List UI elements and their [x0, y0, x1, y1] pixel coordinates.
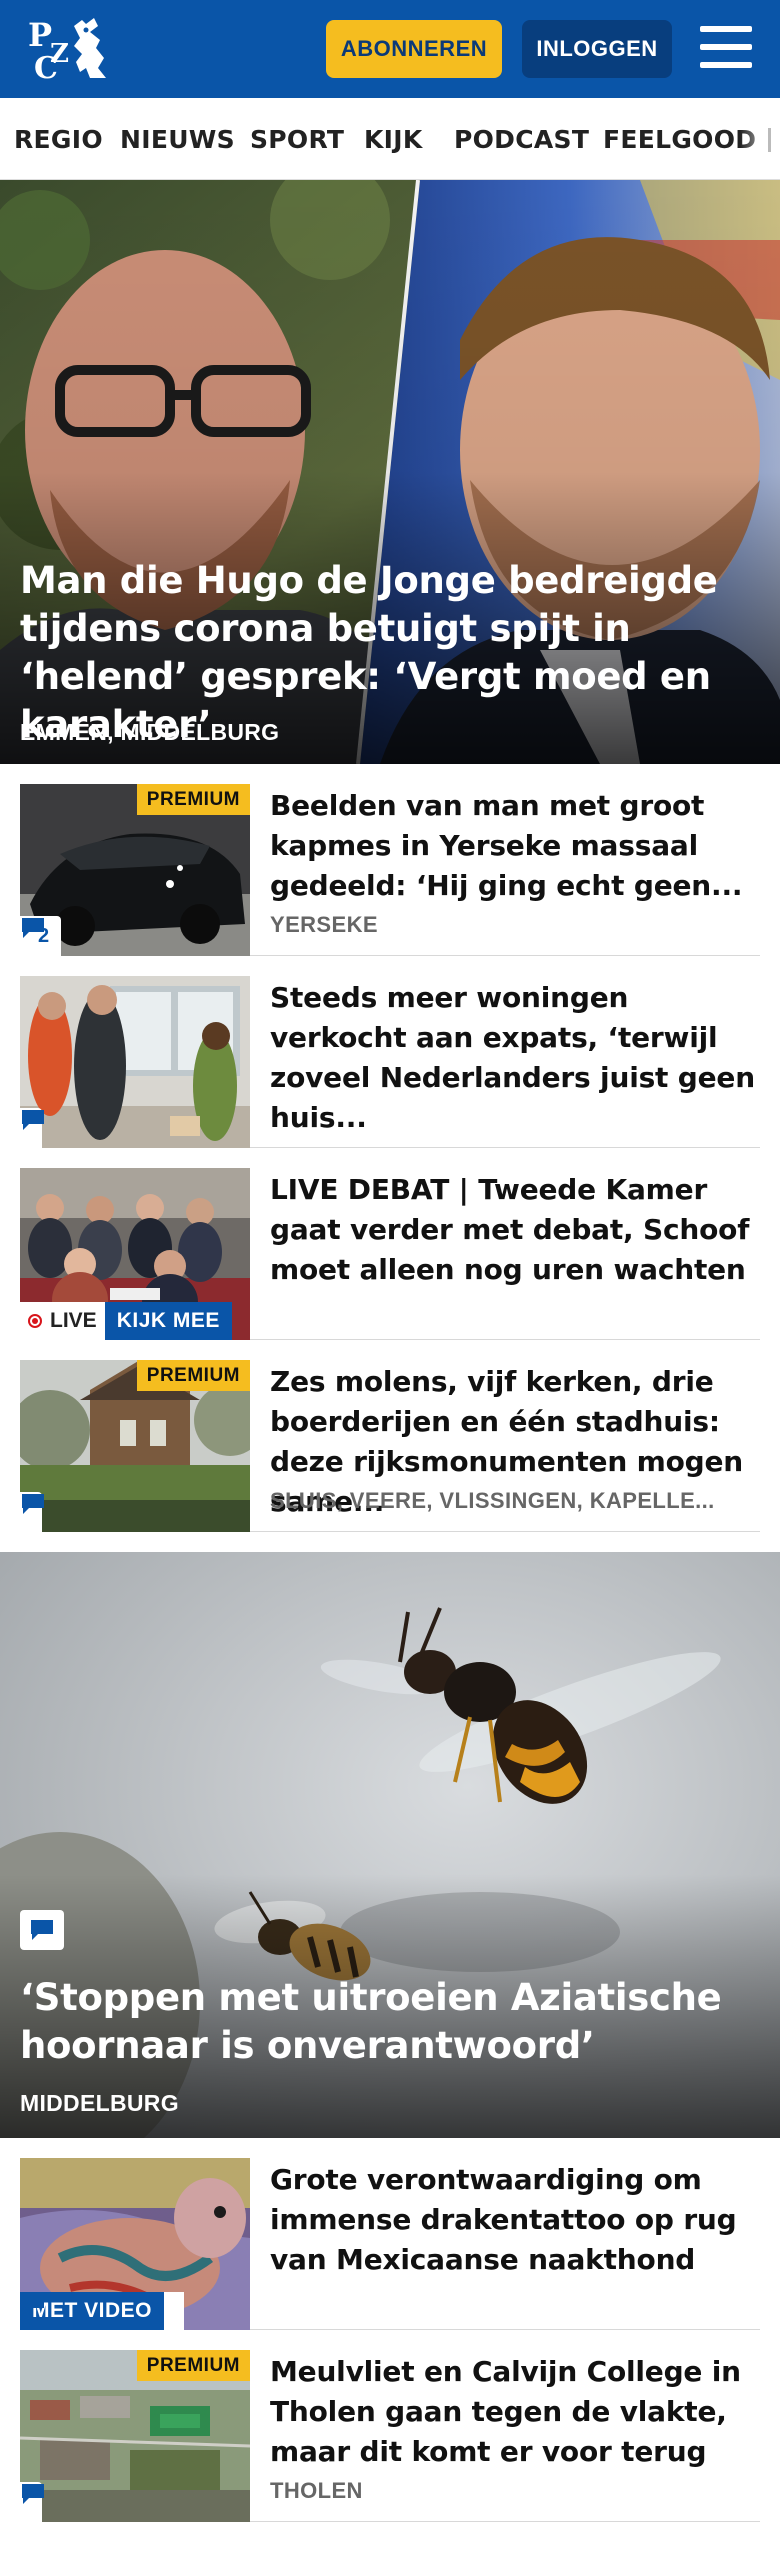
article-thumbnail[interactable]: PREMIUM 2 [20, 784, 250, 956]
article-row-live-debat[interactable]: LIVE KIJK MEE LIVE DEBAT | Tweede Kamer … [20, 1168, 760, 1340]
premium-badge: PREMIUM [136, 1360, 250, 1391]
comment-icon [22, 2484, 44, 2504]
article-row-tholen[interactable]: PREMIUM Meulvliet en Calvijn College in … [20, 2350, 760, 2522]
article-title[interactable]: LIVE DEBAT | Tweede Kamer gaat verder me… [270, 1170, 760, 1290]
article-thumbnail[interactable]: MET VIDEO [20, 2158, 250, 2330]
article-row-yerseke[interactable]: PREMIUM 2 Beelden van man met groot kapm… [20, 784, 760, 956]
article-title[interactable]: Meulvliet en Calvijn College in Tholen g… [270, 2352, 760, 2472]
nav-item-kijk[interactable]: KIJK [364, 98, 423, 179]
svg-text:P: P [28, 16, 52, 54]
comment-indicator[interactable] [20, 1108, 44, 1148]
article-row-expats[interactable]: Steeds meer woningen verkocht aan expats… [20, 976, 760, 1148]
article-thumbnail[interactable] [20, 976, 250, 1148]
comment-indicator[interactable] [20, 2482, 44, 2522]
live-label: LIVE [20, 1302, 105, 1340]
live-dot-icon [28, 1314, 42, 1328]
hero-article-de-jonge[interactable]: Man die Hugo de Jonge bedreigde tijdens … [0, 180, 780, 764]
comment-indicator[interactable] [20, 1910, 64, 1950]
premium-badge: PREMIUM [136, 2350, 250, 2381]
svg-text:Z: Z [50, 39, 69, 69]
category-nav: REGIO NIEUWS SPORT KIJK PODCAST FEELGOOD [0, 98, 780, 180]
article-thumbnail[interactable]: PREMIUM [20, 2350, 250, 2522]
comment-icon [31, 1920, 53, 1940]
comment-indicator[interactable] [22, 2292, 185, 2330]
article-location: YERSEKE [270, 912, 378, 937]
subscribe-button[interactable]: ABONNEREN [326, 20, 502, 78]
nav-item-regio[interactable]: REGIO [14, 98, 103, 179]
article-location: SLUIS, VEERE, VLISSINGEN, KAPELLE... [270, 1488, 715, 1513]
article-row-naakthond[interactable]: MET VIDEO Grote verontwaardiging om imme… [20, 2158, 760, 2330]
nav-item-podcast[interactable]: PODCAST [454, 98, 589, 179]
hero-location: EMMEN, MIDDELBURG [20, 719, 280, 745]
premium-badge: PREMIUM [136, 784, 250, 815]
article-row-rijksmonumenten[interactable]: PREMIUM Zes molens, vijf kerken, drie bo… [20, 1360, 760, 1532]
hero-article-hoornaar[interactable]: ‘Stoppen met uitroeien Aziatische hoorna… [0, 1552, 780, 2138]
comment-icon [22, 1110, 44, 1130]
comment-icon [22, 918, 44, 938]
article-thumbnail[interactable]: LIVE KIJK MEE [20, 1168, 250, 1340]
comment-icon [22, 2294, 44, 2314]
nav-item-nieuws[interactable]: NIEUWS [120, 98, 235, 179]
article-thumbnail[interactable]: PREMIUM [20, 1360, 250, 1532]
nav-overflow-indicator[interactable] [768, 128, 771, 152]
nav-item-feelgood[interactable]: FEELGOOD [603, 98, 756, 179]
comment-indicator[interactable] [20, 1492, 44, 1532]
login-button[interactable]: INLOGGEN [522, 20, 672, 78]
nav-fade [740, 98, 780, 179]
article-title[interactable]: Beelden van man met groot kapmes in Yers… [270, 786, 760, 906]
menu-icon[interactable] [700, 24, 752, 70]
hero-headline[interactable]: ‘Stoppen met uitroeien Aziatische hoorna… [20, 1974, 760, 2070]
watch-live-button[interactable]: KIJK MEE [104, 1302, 232, 1340]
site-header: P C Z ABONNEREN INLOGGEN [0, 0, 780, 98]
article-title[interactable]: Steeds meer woningen verkocht aan expats… [270, 978, 760, 1138]
comment-icon [22, 1494, 44, 1514]
nav-item-sport[interactable]: SPORT [250, 98, 344, 179]
pzc-logo[interactable]: P C Z [24, 12, 114, 88]
article-title[interactable]: Grote verontwaardiging om immense draken… [270, 2160, 760, 2280]
video-indicator[interactable]: MET VIDEO [20, 2292, 185, 2330]
live-indicator[interactable]: LIVE KIJK MEE [20, 1302, 232, 1340]
hero-location: MIDDELBURG [20, 2090, 179, 2116]
comment-indicator[interactable]: 2 [20, 916, 62, 956]
article-location: THOLEN [270, 2478, 363, 2503]
